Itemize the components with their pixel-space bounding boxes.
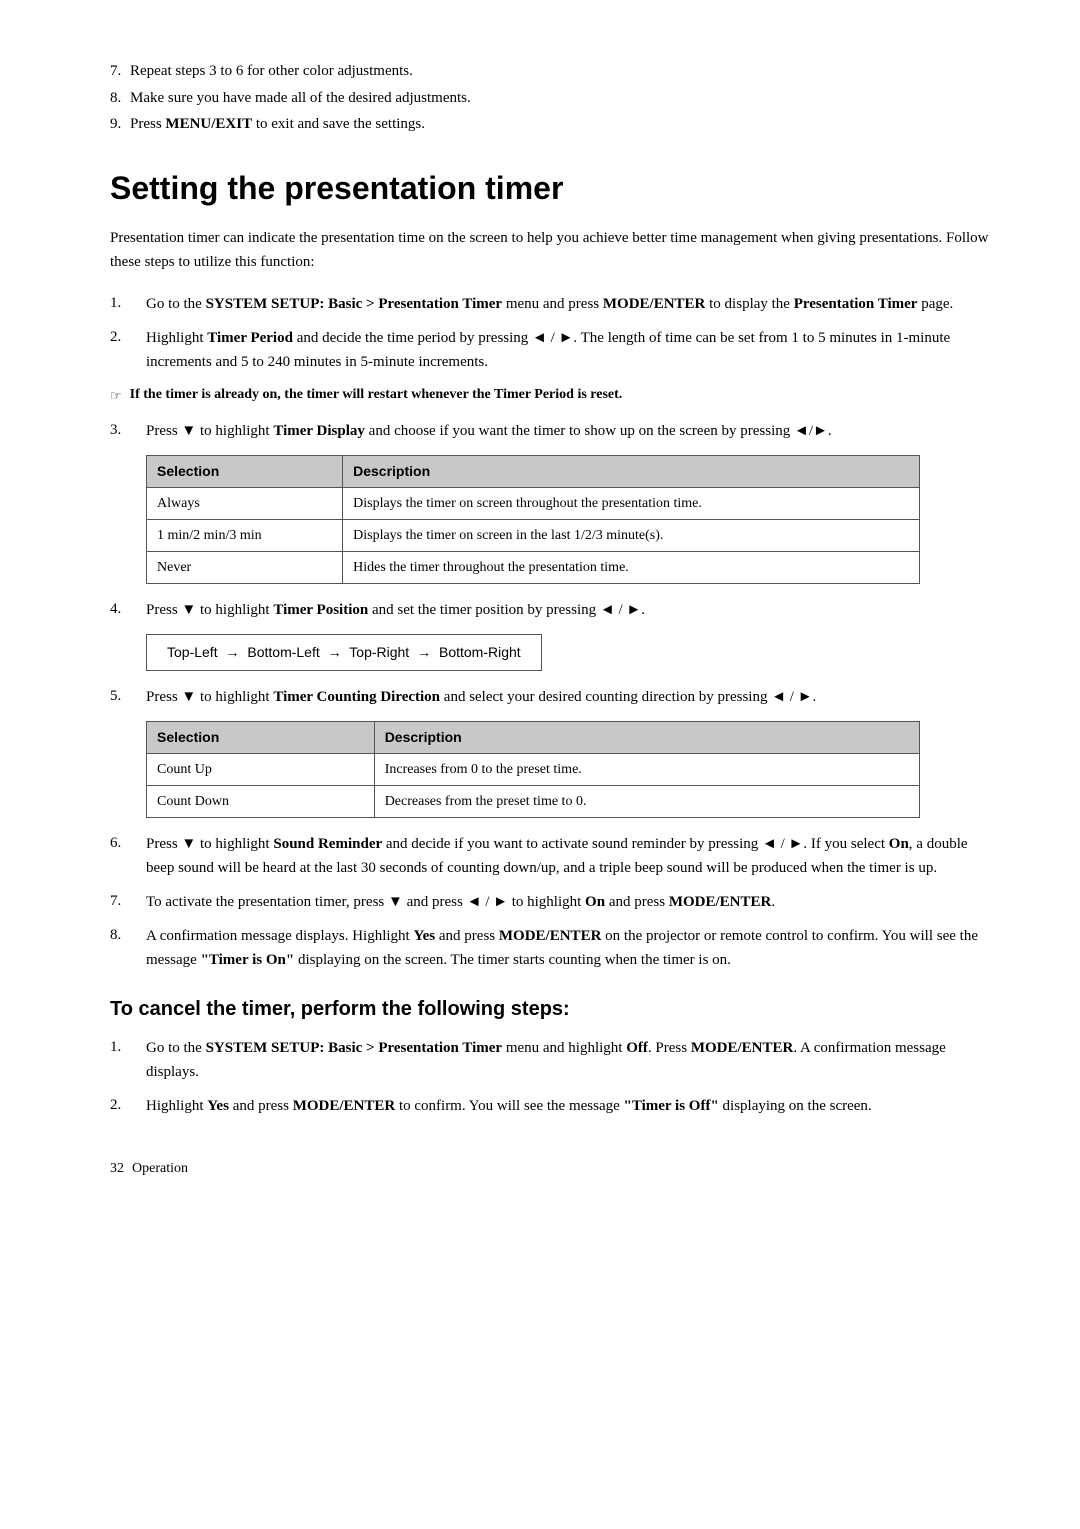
table-row: Count Up Increases from 0 to the preset … bbox=[147, 754, 920, 786]
table-cell: Displays the timer on screen throughout … bbox=[343, 488, 920, 520]
step-num: 2. bbox=[110, 326, 146, 374]
list-num: 9. bbox=[110, 113, 121, 136]
table-cell: Hides the timer throughout the presentat… bbox=[343, 552, 920, 584]
arrow: → bbox=[328, 644, 342, 660]
table-header-description: Description bbox=[374, 722, 920, 754]
step-num: 8. bbox=[110, 924, 146, 972]
list-item: 9. Press MENU/EXIT to exit and save the … bbox=[110, 113, 990, 136]
step-content: Highlight Yes and press MODE/ENTER to co… bbox=[146, 1094, 990, 1118]
cancel-step-2: 2. Highlight Yes and press MODE/ENTER to… bbox=[110, 1094, 990, 1118]
main-steps-6: 6. Press ▼ to highlight Sound Reminder a… bbox=[110, 832, 990, 972]
step-content: A confirmation message displays. Highlig… bbox=[146, 924, 990, 972]
cancel-section: To cancel the timer, perform the followi… bbox=[110, 994, 990, 1118]
step-1: 1. Go to the SYSTEM SETUP: Basic > Prese… bbox=[110, 292, 990, 316]
table-row: Count Down Decreases from the preset tim… bbox=[147, 786, 920, 818]
step-content: Highlight Timer Period and decide the ti… bbox=[146, 326, 990, 374]
arrow: → bbox=[417, 644, 431, 660]
table-header-selection: Selection bbox=[147, 722, 375, 754]
note-box: ☞ If the timer is already on, the timer … bbox=[110, 384, 990, 406]
table-cell: 1 min/2 min/3 min bbox=[147, 520, 343, 552]
table-cell: Increases from 0 to the preset time. bbox=[374, 754, 920, 786]
main-steps: 1. Go to the SYSTEM SETUP: Basic > Prese… bbox=[110, 292, 990, 374]
step-2: 2. Highlight Timer Period and decide the… bbox=[110, 326, 990, 374]
step-3: 3. Press ▼ to highlight Timer Display an… bbox=[110, 419, 990, 443]
main-steps-5: 5. Press ▼ to highlight Timer Counting D… bbox=[110, 685, 990, 709]
table-row: 1 min/2 min/3 min Displays the timer on … bbox=[147, 520, 920, 552]
table-header-description: Description bbox=[343, 456, 920, 488]
table-cell: Always bbox=[147, 488, 343, 520]
top-list: 7. Repeat steps 3 to 6 for other color a… bbox=[110, 60, 990, 136]
main-steps-continued: 3. Press ▼ to highlight Timer Display an… bbox=[110, 419, 990, 443]
arrow: → bbox=[225, 644, 239, 660]
list-num: 8. bbox=[110, 87, 121, 110]
step-content: Press ▼ to highlight Timer Display and c… bbox=[146, 419, 990, 443]
list-item: 8. Make sure you have made all of the de… bbox=[110, 87, 990, 110]
table-cell-count-down: Count Down bbox=[147, 786, 375, 818]
step-7: 7. To activate the presentation timer, p… bbox=[110, 890, 990, 914]
cancel-heading: To cancel the timer, perform the followi… bbox=[110, 994, 990, 1024]
note-icon: ☞ bbox=[110, 386, 122, 406]
table-cell-count-up: Count Up bbox=[147, 754, 375, 786]
step-num: 2. bbox=[110, 1094, 146, 1118]
page-number: 32 bbox=[110, 1158, 124, 1179]
table-row: Never Hides the timer throughout the pre… bbox=[147, 552, 920, 584]
step-content: Press ▼ to highlight Sound Reminder and … bbox=[146, 832, 990, 880]
footer-section: Operation bbox=[132, 1158, 188, 1179]
step-content: Press ▼ to highlight Timer Position and … bbox=[146, 598, 990, 622]
intro-text: Presentation timer can indicate the pres… bbox=[110, 226, 990, 274]
step-content: Go to the SYSTEM SETUP: Basic > Presenta… bbox=[146, 1036, 990, 1084]
step-content: To activate the presentation timer, pres… bbox=[146, 890, 990, 914]
step-content: Go to the SYSTEM SETUP: Basic > Presenta… bbox=[146, 292, 990, 316]
step-num: 5. bbox=[110, 685, 146, 709]
table-cell: Displays the timer on screen in the last… bbox=[343, 520, 920, 552]
step-6: 6. Press ▼ to highlight Sound Reminder a… bbox=[110, 832, 990, 880]
footer: 32 Operation bbox=[110, 1158, 990, 1179]
step-num: 1. bbox=[110, 292, 146, 316]
cancel-steps: 1. Go to the SYSTEM SETUP: Basic > Prese… bbox=[110, 1036, 990, 1118]
main-steps-4: 4. Press ▼ to highlight Timer Position a… bbox=[110, 598, 990, 622]
step-5: 5. Press ▼ to highlight Timer Counting D… bbox=[110, 685, 990, 709]
note-text: If the timer is already on, the timer wi… bbox=[130, 384, 623, 405]
counting-direction-table: Selection Description Count Up Increases… bbox=[146, 721, 920, 818]
step-num: 1. bbox=[110, 1036, 146, 1084]
list-item: 7. Repeat steps 3 to 6 for other color a… bbox=[110, 60, 990, 83]
table-header-selection: Selection bbox=[147, 456, 343, 488]
table-cell: Never bbox=[147, 552, 343, 584]
step-4: 4. Press ▼ to highlight Timer Position a… bbox=[110, 598, 990, 622]
step-8: 8. A confirmation message displays. High… bbox=[110, 924, 990, 972]
list-num: 7. bbox=[110, 60, 121, 83]
cancel-step-1: 1. Go to the SYSTEM SETUP: Basic > Prese… bbox=[110, 1036, 990, 1084]
section-title: Setting the presentation timer bbox=[110, 164, 990, 212]
step-num: 4. bbox=[110, 598, 146, 622]
position-diagram: Top-Left → Bottom-Left → Top-Right → Bot… bbox=[146, 634, 542, 671]
step-num: 7. bbox=[110, 890, 146, 914]
timer-display-table: Selection Description Always Displays th… bbox=[146, 455, 920, 584]
table-cell: Decreases from the preset time to 0. bbox=[374, 786, 920, 818]
step-num: 6. bbox=[110, 832, 146, 880]
table-row: Always Displays the timer on screen thro… bbox=[147, 488, 920, 520]
step-content: Press ▼ to highlight Timer Counting Dire… bbox=[146, 685, 990, 709]
step-num: 3. bbox=[110, 419, 146, 443]
